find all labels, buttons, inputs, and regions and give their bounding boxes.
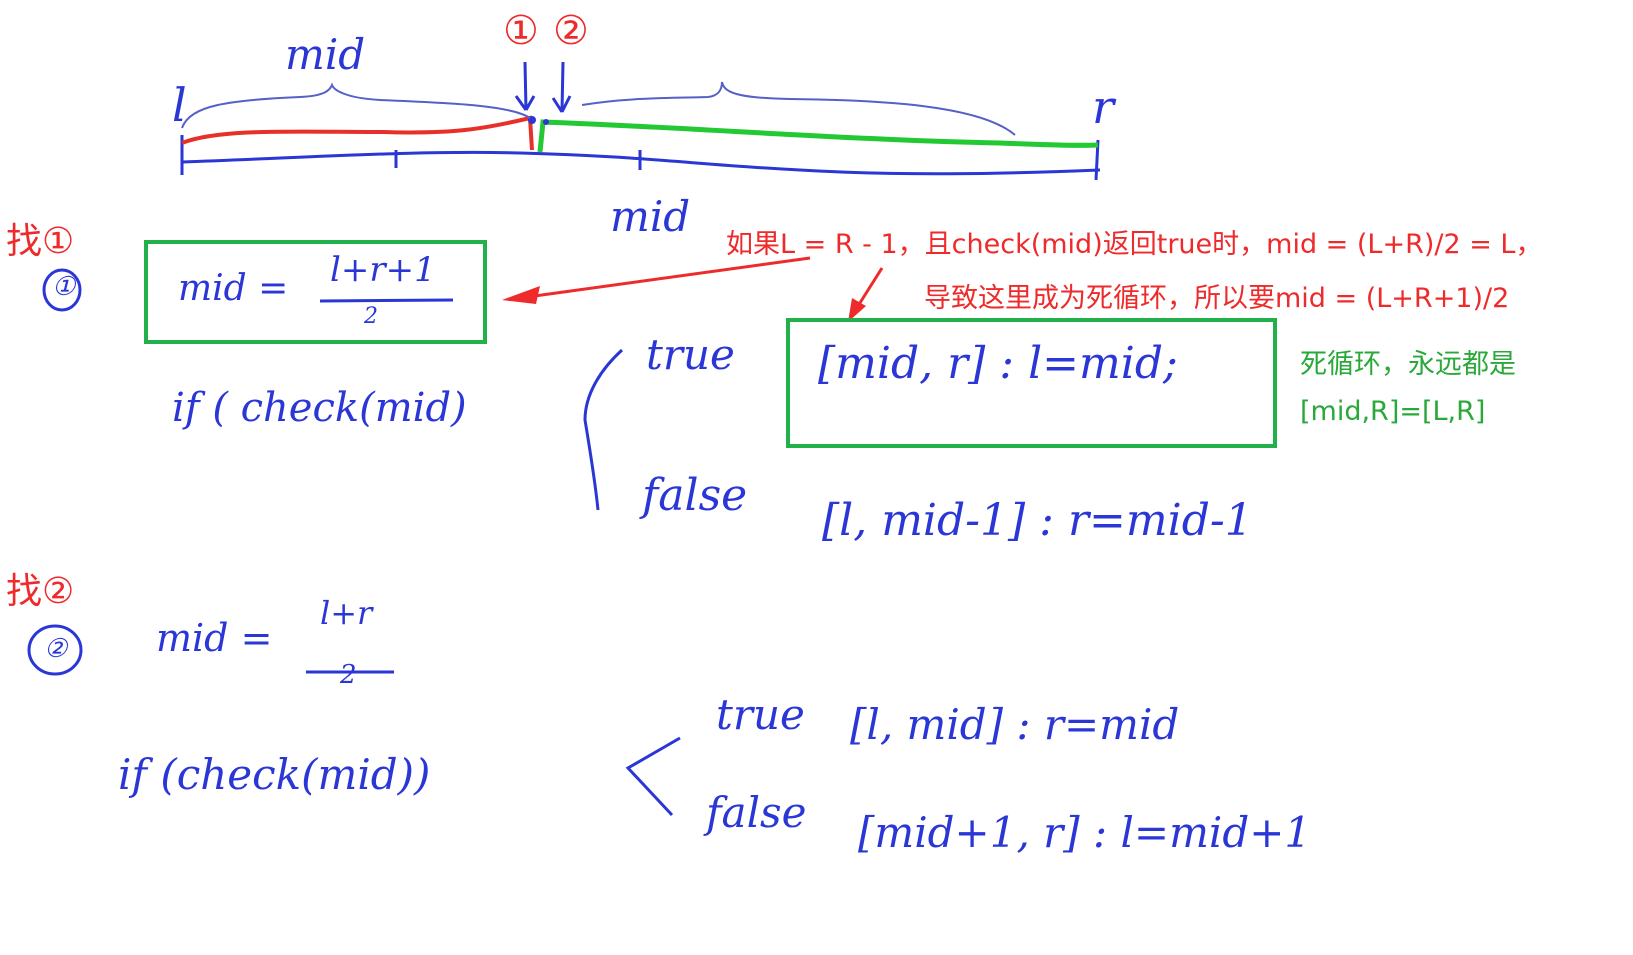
case2-mid-denominator: 2 xyxy=(340,660,357,690)
green-annotation-line-2: [mid,R]=[L,R] xyxy=(1300,396,1486,427)
green-annotation-line-1: 死循环，永远都是 xyxy=(1300,349,1516,380)
case1-mid-denominator: 2 xyxy=(364,304,378,329)
diagram-strokes xyxy=(27,61,1101,817)
case1-false-label: false xyxy=(642,470,748,521)
arrow-down-1 xyxy=(514,61,536,111)
callout-arrowhead-1 xyxy=(502,286,540,304)
case1-condition: if ( check(mid) xyxy=(172,385,467,431)
below-mid-label: mid xyxy=(610,192,691,241)
case2-true-label: true xyxy=(716,690,805,739)
case2-heading: 找② xyxy=(6,571,75,612)
case1-mid-lhs: mid = xyxy=(178,268,289,309)
callout-arrow-to-formula xyxy=(519,256,811,300)
case1-true-label: true xyxy=(646,330,735,379)
case2-mid-lhs: mid = xyxy=(156,616,273,660)
case2-circled-number: ② xyxy=(44,634,68,664)
red-annotation-line-2: 导致这里成为死循环，所以要mid = (L+R+1)/2 xyxy=(924,283,1510,314)
left-brace xyxy=(181,82,531,129)
case1-false-branch: [l, mid-1] : r=mid-1 xyxy=(822,495,1253,546)
case1-branch-brace xyxy=(583,348,624,511)
case1-true-branch: [mid, r] : l=mid; xyxy=(818,338,1178,389)
case2-condition: if (check(mid)) xyxy=(118,750,431,799)
arrow-down-2 xyxy=(551,61,572,113)
point-2-dot xyxy=(543,119,549,125)
case1-mid-numerator: l+r+1 xyxy=(330,250,436,290)
case1-heading: 找① xyxy=(6,221,75,262)
case2-false-label: false xyxy=(706,788,807,837)
marker-2-label: ② xyxy=(553,8,589,54)
case2-false-branch: [mid+1, r] : l=mid+1 xyxy=(858,808,1312,857)
brace-mid-label: mid xyxy=(285,30,366,79)
left-endpoint-label: l xyxy=(172,78,187,132)
case2-branch-angle xyxy=(625,736,681,817)
right-green-segment xyxy=(537,119,1099,153)
case1-circled-number: ① xyxy=(52,272,76,302)
case2-mid-numerator: l+r xyxy=(320,594,373,632)
case2-true-branch: [l, mid] : r=mid xyxy=(850,700,1180,749)
callout-arrow-to-box xyxy=(856,267,884,307)
marker-1-label: ① xyxy=(503,8,539,54)
red-annotation-line-1: 如果L = R - 1，且check(mid)返回true时，mid = (L+… xyxy=(726,229,1543,260)
left-red-segment xyxy=(181,115,534,151)
right-endpoint-label: r xyxy=(1092,80,1114,134)
